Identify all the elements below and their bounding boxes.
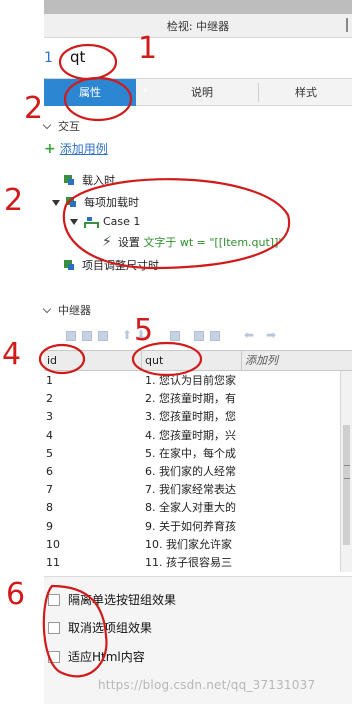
annotation-circle — [42, 584, 108, 678]
annotation-circle — [38, 343, 86, 375]
red-annotation-marks — [38, 43, 291, 678]
annotation-circle — [58, 43, 118, 81]
annotation-number: 1 — [138, 31, 158, 66]
annotation-number: 4 — [2, 337, 22, 372]
annotation-number: 5 — [134, 313, 154, 348]
annotation-circle — [62, 178, 291, 270]
annotation-circle — [63, 76, 133, 122]
annotation-number: 6 — [6, 577, 26, 612]
annotation-number: 2 — [24, 91, 44, 126]
annotation-number: 2 — [4, 183, 24, 218]
